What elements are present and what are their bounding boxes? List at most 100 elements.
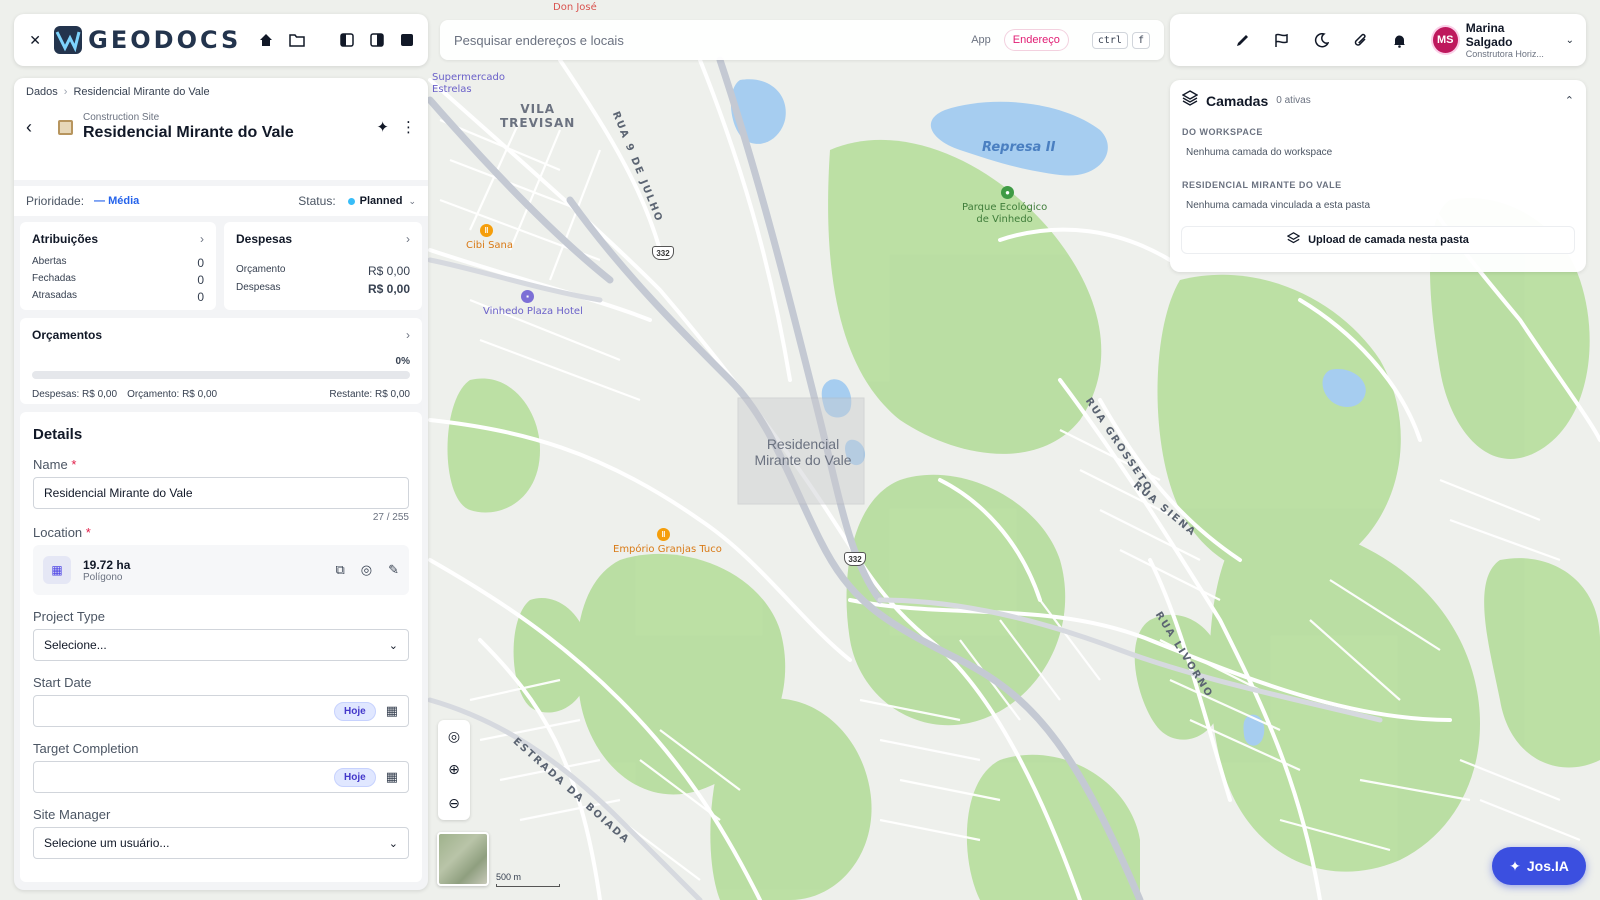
- map-label-vinhedo-hotel: Vinhedo Plaza Hotel: [483, 306, 583, 317]
- search-mode-address[interactable]: Endereço: [1004, 30, 1068, 50]
- pencil-icon[interactable]: [1230, 27, 1255, 53]
- chevron-up-icon[interactable]: ⌃: [1565, 94, 1574, 107]
- calendar-icon[interactable]: ▦: [386, 769, 398, 785]
- name-char-counter: 27 / 255: [372, 512, 409, 523]
- sparkle-icon: ✦: [1509, 857, 1521, 874]
- search-mode-app[interactable]: App: [963, 30, 999, 50]
- close-icon[interactable]: ✕: [24, 27, 46, 53]
- hotel-pin-icon[interactable]: ▪: [521, 290, 534, 303]
- chevron-right-icon: ›: [200, 232, 204, 246]
- page-title: Residencial Mirante do Vale: [83, 124, 294, 141]
- chevron-down-icon: ⌄: [388, 639, 398, 652]
- start-date-label: Start Date: [33, 675, 92, 690]
- home-icon[interactable]: [255, 27, 277, 53]
- flag-icon[interactable]: [1269, 27, 1294, 53]
- site-manager-value: Selecione um usuário...: [44, 836, 170, 850]
- panel-header: Dados › Residencial Mirante do Vale ‹ Co…: [14, 78, 428, 180]
- details-title: Details: [33, 426, 83, 443]
- map-label-site: Residencial Mirante do Vale: [754, 436, 852, 468]
- layers-active-count: 0 ativas: [1276, 95, 1311, 106]
- start-date-today-button[interactable]: Hoje: [334, 701, 376, 721]
- layout-split-icon[interactable]: [366, 27, 388, 53]
- atrib-fechadas-value: 0: [197, 273, 204, 287]
- road-shield-332-south: 332: [844, 552, 866, 566]
- bell-icon[interactable]: [1387, 27, 1412, 53]
- assistant-label: Jos.IA: [1526, 858, 1569, 874]
- zoom-out-icon[interactable]: ⊖: [448, 795, 460, 812]
- moon-icon[interactable]: [1309, 27, 1334, 53]
- priority-select[interactable]: — Média: [94, 195, 139, 207]
- atrib-atrasadas-value: 0: [197, 290, 204, 304]
- despesas-card[interactable]: Despesas › Orçamento R$ 0,00 Despesas R$ 0…: [224, 222, 422, 310]
- folder-icon[interactable]: [285, 27, 307, 53]
- priority-status-row: Prioridade: — Média Status: Planned ⌄: [14, 186, 428, 216]
- chevron-down-icon: ⌄: [388, 837, 398, 850]
- layout-left-panel-icon[interactable]: [336, 27, 358, 53]
- desp-orcamento-value: R$ 0,00: [367, 264, 410, 278]
- status-select[interactable]: Planned: [360, 195, 403, 207]
- budget-remaining: Restante: R$ 0,00: [329, 389, 410, 400]
- app-logo[interactable]: GEODOCS: [54, 26, 241, 54]
- map-label-supermercado: Supermercado Estrelas: [432, 72, 505, 95]
- layout-full-icon[interactable]: [396, 27, 418, 53]
- user-menu[interactable]: MS Marina Salgado Construtora Horiz... ⌄: [1430, 20, 1574, 60]
- back-arrow-icon[interactable]: ‹: [26, 117, 48, 138]
- atrib-fechadas-label: Fechadas: [32, 273, 76, 284]
- copy-icon[interactable]: ⧉: [335, 562, 344, 578]
- map-label-represa: Represa II: [982, 140, 1056, 155]
- locate-icon[interactable]: ◎: [361, 562, 372, 578]
- search-input[interactable]: Pesquisar endereços e locais: [454, 33, 957, 48]
- atrib-abertas-label: Abertas: [32, 256, 67, 267]
- search-bar[interactable]: Pesquisar endereços e locais App Endereç…: [440, 20, 1164, 60]
- user-org: Construtora Horiz...: [1465, 48, 1544, 59]
- project-type-value: Selecione...: [44, 638, 107, 652]
- layers-folder-empty: Nenhuma camada vinculada a esta pasta: [1186, 200, 1371, 211]
- target-completion-label: Target Completion: [33, 741, 139, 756]
- sparkles-icon[interactable]: ✦: [376, 118, 389, 136]
- breadcrumb-item-site: Residencial Mirante do Vale: [73, 86, 210, 98]
- priority-label: Prioridade:: [26, 194, 85, 208]
- location-field[interactable]: ▦ 19.72 ha Polígono ⧉ ◎ ✎: [33, 545, 409, 595]
- name-field[interactable]: Residencial Mirante do Vale: [33, 477, 409, 509]
- layers-workspace-empty: Nenhuma camada do workspace: [1186, 147, 1333, 158]
- restaurant-pin-icon[interactable]: ‖: [480, 224, 493, 237]
- target-date-today-button[interactable]: Hoje: [334, 767, 376, 787]
- despesas-title: Despesas: [236, 232, 293, 246]
- site-manager-label: Site Manager: [33, 807, 111, 822]
- map-controls: ◎ ⊕ ⊖: [438, 720, 470, 820]
- start-date-field[interactable]: Hoje ▦: [33, 695, 409, 727]
- assistant-button[interactable]: ✦ Jos.IA: [1492, 847, 1586, 885]
- road-shield-332-north: 332: [652, 246, 674, 260]
- location-kind: Polígono: [83, 571, 123, 583]
- park-pin-icon[interactable]: ●: [1001, 186, 1014, 199]
- budget-percent: 0%: [395, 356, 410, 367]
- budget-spent: Despesas: R$ 0,00: [32, 389, 118, 400]
- orcamentos-title: Orçamentos: [32, 328, 103, 342]
- zoom-in-icon[interactable]: ⊕: [448, 761, 460, 778]
- paperclip-icon[interactable]: [1348, 27, 1373, 53]
- project-type-select[interactable]: Selecione... ⌄: [33, 629, 409, 661]
- target-completion-field[interactable]: Hoje ▦: [33, 761, 409, 793]
- user-name: Marina Salgado: [1465, 20, 1513, 49]
- chevron-down-icon: ⌄: [1565, 34, 1574, 46]
- basemap-switcher[interactable]: [437, 832, 489, 886]
- emporio-pin-icon[interactable]: ‖: [657, 528, 670, 541]
- site-manager-select[interactable]: Selecione um usuário... ⌄: [33, 827, 409, 859]
- upload-layer-button[interactable]: Upload de camada nesta pasta: [1182, 227, 1574, 253]
- locate-me-icon[interactable]: ◎: [448, 728, 460, 745]
- desp-orcamento-label: Orçamento: [236, 264, 286, 275]
- layers-panel: Camadas 0 ativas ⌃ DO WORKSPACE Nenhuma …: [1170, 80, 1586, 272]
- more-vertical-icon[interactable]: ⋮: [401, 118, 416, 136]
- app-logo-text: GEODOCS: [88, 26, 242, 54]
- breadcrumb-item-dados[interactable]: Dados: [26, 86, 58, 98]
- orcamentos-card[interactable]: Orçamentos › 0% Despesas: R$ 0,00 Orçame…: [20, 318, 422, 404]
- layers-folder-section: RESIDENCIAL MIRANTE DO VALE: [1182, 180, 1342, 190]
- site-kind: Construction Site: [83, 112, 160, 123]
- polygon-icon: ▦: [43, 556, 71, 584]
- edit-pencil-icon[interactable]: ✎: [388, 562, 399, 578]
- map-label-emporio: Empório Granjas Tuco: [613, 544, 722, 555]
- atribuicoes-card[interactable]: Atribuições › Abertas 0 Fechadas 0 Atrasad…: [20, 222, 216, 310]
- calendar-icon[interactable]: ▦: [386, 703, 398, 719]
- layers-title: Camadas: [1206, 92, 1269, 109]
- location-area: 19.72 ha: [83, 557, 131, 572]
